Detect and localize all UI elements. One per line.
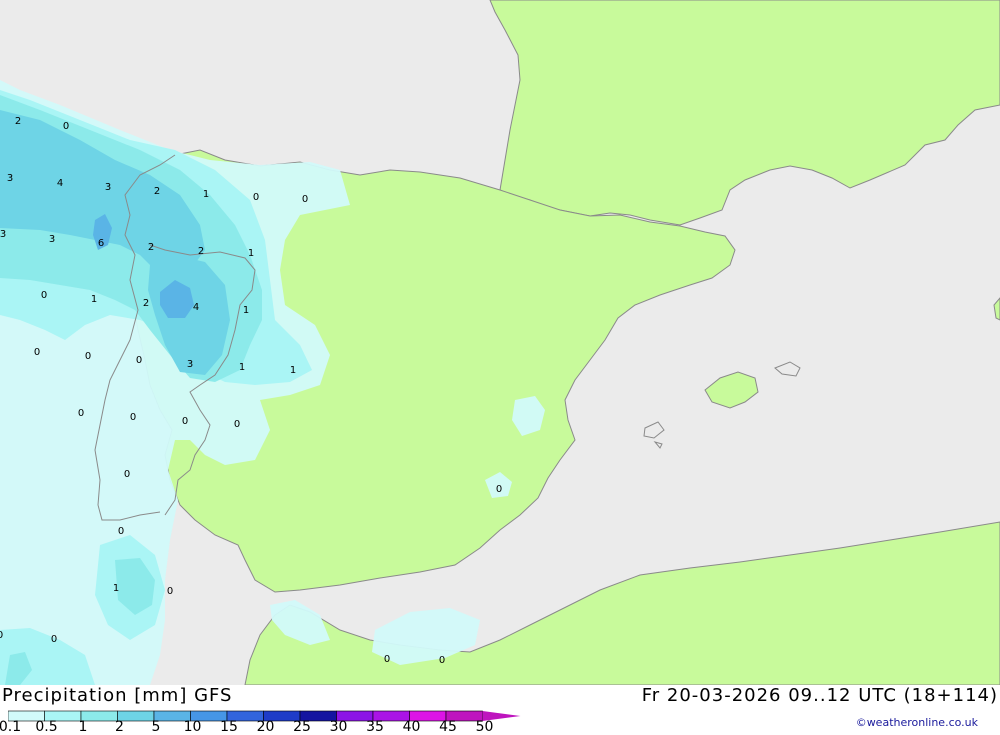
precip-value-label: 1: [248, 248, 254, 259]
precip-value-label: 2: [198, 246, 204, 257]
precip-value-label: 2: [15, 116, 21, 127]
precip-value-label: 0: [85, 351, 91, 362]
precip-value-label: 0: [253, 192, 259, 203]
precip-value-label: 1: [91, 294, 97, 305]
precip-value-label: 0: [302, 194, 308, 205]
precip-value-label: 3: [187, 359, 193, 370]
footer: Precipitation [mm] GFS Fr 20-03-2026 09.…: [0, 685, 1000, 735]
precip-value-label: 0: [167, 586, 173, 597]
precip-value-label: 3: [7, 173, 13, 184]
precip-value-label: 3: [105, 182, 111, 193]
precip-value-label: 6: [98, 238, 104, 249]
color-legend: 0.1 0.5 1 2 5 10 15 20 25 30 35 40 45 50: [0, 707, 528, 735]
precip-value-label: 1: [290, 365, 296, 376]
precip-value-label: 0: [384, 654, 390, 665]
precip-value-label: 0: [130, 412, 136, 423]
precip-value-label: 0: [182, 416, 188, 427]
precip-value-label: 2: [143, 298, 149, 309]
product-title: Precipitation [mm] GFS: [2, 685, 233, 706]
precip-value-label: 0: [496, 484, 502, 495]
precip-value-label: 0: [51, 634, 57, 645]
precip-value-label: 1: [203, 189, 209, 200]
precip-value-label: 2: [148, 242, 154, 253]
precip-value-label: 4: [193, 302, 199, 313]
precip-value-label: 0: [439, 655, 445, 666]
valid-time: Fr 20-03-2026 09..12 UTC (18+114): [641, 685, 998, 706]
precip-value-label: 0: [34, 347, 40, 358]
credit-link[interactable]: ©weatheronline.co.uk: [856, 716, 978, 729]
precip-value-label: 0: [234, 419, 240, 430]
precip-value-label: 2: [154, 186, 160, 197]
precip-value-label: 4: [57, 178, 63, 189]
precipitation-map: 2 0 3 4 3 2 1 0 0 3 3 6 2 2 1 0 1 2 4 1 0 0 0 3 1 1 0 0 0 0 0 0 0 1 0 0 0 0 0: [0, 0, 1000, 685]
precip-value-label: 0: [0, 630, 3, 641]
precip-value-label: 0: [41, 290, 47, 301]
precip-value-label: 0: [78, 408, 84, 419]
precip-value-label: 0: [136, 355, 142, 366]
precip-value-label: 0: [124, 469, 130, 480]
precip-value-label: 0: [118, 526, 124, 537]
precip-value-label: 3: [0, 229, 6, 240]
precip-value-label: 3: [49, 234, 55, 245]
precip-value-label: 1: [243, 305, 249, 316]
precip-value-label: 1: [113, 583, 119, 594]
precip-value-label: 1: [239, 362, 245, 373]
precip-value-label: 0: [63, 121, 69, 132]
